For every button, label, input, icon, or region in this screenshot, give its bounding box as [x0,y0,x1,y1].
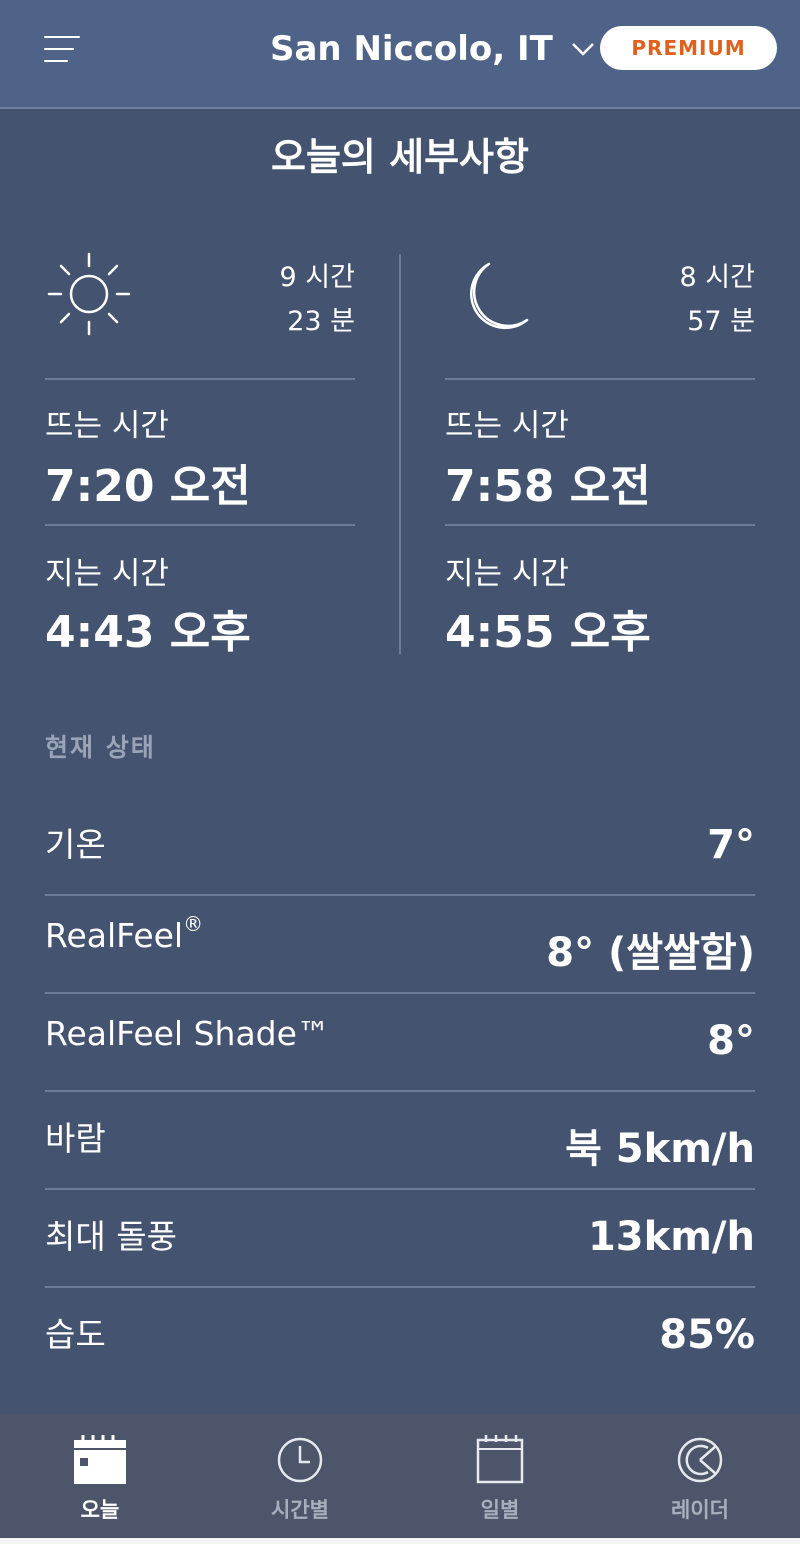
condition-value: 8° (쌀쌀함) [546,930,755,976]
system-bar [0,1538,800,1544]
calendar-today-icon [74,1435,126,1484]
condition-row-realfeel: RealFeel® 8° (쌀쌀함) [45,896,755,994]
menu-icon[interactable] [44,34,82,64]
nav-tab-radar[interactable]: 레이더 [600,1414,800,1538]
divider [445,378,755,380]
current-conditions-heading: 현재 상태 [45,733,156,762]
condition-value: 7° [707,822,755,868]
condition-label: RealFeel Shade™ [45,1014,330,1053]
bottom-navigation: 오늘 시간별 일별 레이더 [0,1414,800,1538]
moonrise-time: 7:58 오전 [445,461,651,512]
nav-tab-today[interactable]: 오늘 [0,1414,200,1538]
sunset-label: 지는 시간 [45,556,169,592]
nav-label: 일별 [480,1498,520,1522]
sun-icon [47,252,131,336]
moonset-label: 지는 시간 [445,556,569,592]
condition-row-wind: 바람 북 5km/h [45,1092,755,1190]
condition-row-wind-gust: 최대 돌풍 13km/h [45,1190,755,1288]
nav-label: 레이더 [671,1498,729,1522]
condition-label: 바람 [45,1119,106,1158]
condition-label: 기온 [45,825,106,864]
location-selector[interactable]: San Niccolo, IT [270,24,595,74]
sun-duration: 9 시간 23 분 [280,256,355,344]
sunset-time: 4:43 오후 [45,607,251,658]
moon-duration: 8 시간 57 분 [680,256,755,344]
sun-duration-hours: 9 시간 [279,262,355,293]
nav-tab-daily[interactable]: 일별 [400,1414,600,1538]
moon-duration-hours: 8 시간 [679,262,755,293]
radar-icon [677,1437,723,1483]
divider [445,524,755,526]
chevron-down-icon [571,43,594,56]
moon-panel: 8 시간 57 분 뜨는 시간 7:58 오전 지는 시간 4:55 오후 [445,250,755,658]
condition-value: 85% [659,1312,755,1358]
realfeel-label-text: RealFeel [45,916,184,955]
condition-label: RealFeel® [45,912,203,955]
column-divider [399,254,401,654]
divider [45,378,355,380]
condition-row-realfeel-shade: RealFeel Shade™ 8° [45,994,755,1092]
premium-button[interactable]: PREMIUM [600,26,777,70]
condition-row-temperature: 기온 7° [45,798,755,896]
moonset-time: 4:55 오후 [445,607,651,658]
location-name: San Niccolo, IT [270,29,553,69]
condition-value: 8° [707,1018,755,1064]
sunrise-label: 뜨는 시간 [45,408,169,444]
sun-panel: 9 시간 23 분 뜨는 시간 7:20 오전 지는 시간 4:43 오후 [45,250,355,658]
sun-duration-minutes: 23 분 [287,306,355,337]
registered-mark: ® [183,912,204,936]
nav-tab-hourly[interactable]: 시간별 [200,1414,400,1538]
moonrise-label: 뜨는 시간 [445,408,569,444]
condition-value: 13km/h [587,1214,755,1260]
app-header: San Niccolo, IT PREMIUM [0,0,800,109]
condition-label: 습도 [45,1315,106,1354]
divider [45,524,355,526]
page-title: 오늘의 세부사항 [271,135,529,179]
nav-label: 시간별 [271,1498,329,1522]
calendar-icon [476,1435,524,1484]
condition-label: 최대 돌풍 [45,1217,177,1256]
condition-value: 북 5km/h [565,1126,755,1172]
clock-icon [277,1437,323,1483]
sunrise-time: 7:20 오전 [45,461,251,512]
nav-label: 오늘 [80,1498,120,1522]
moon-duration-minutes: 57 분 [687,306,755,337]
moon-icon [470,262,529,330]
condition-row-humidity: 습도 85% [45,1288,755,1384]
